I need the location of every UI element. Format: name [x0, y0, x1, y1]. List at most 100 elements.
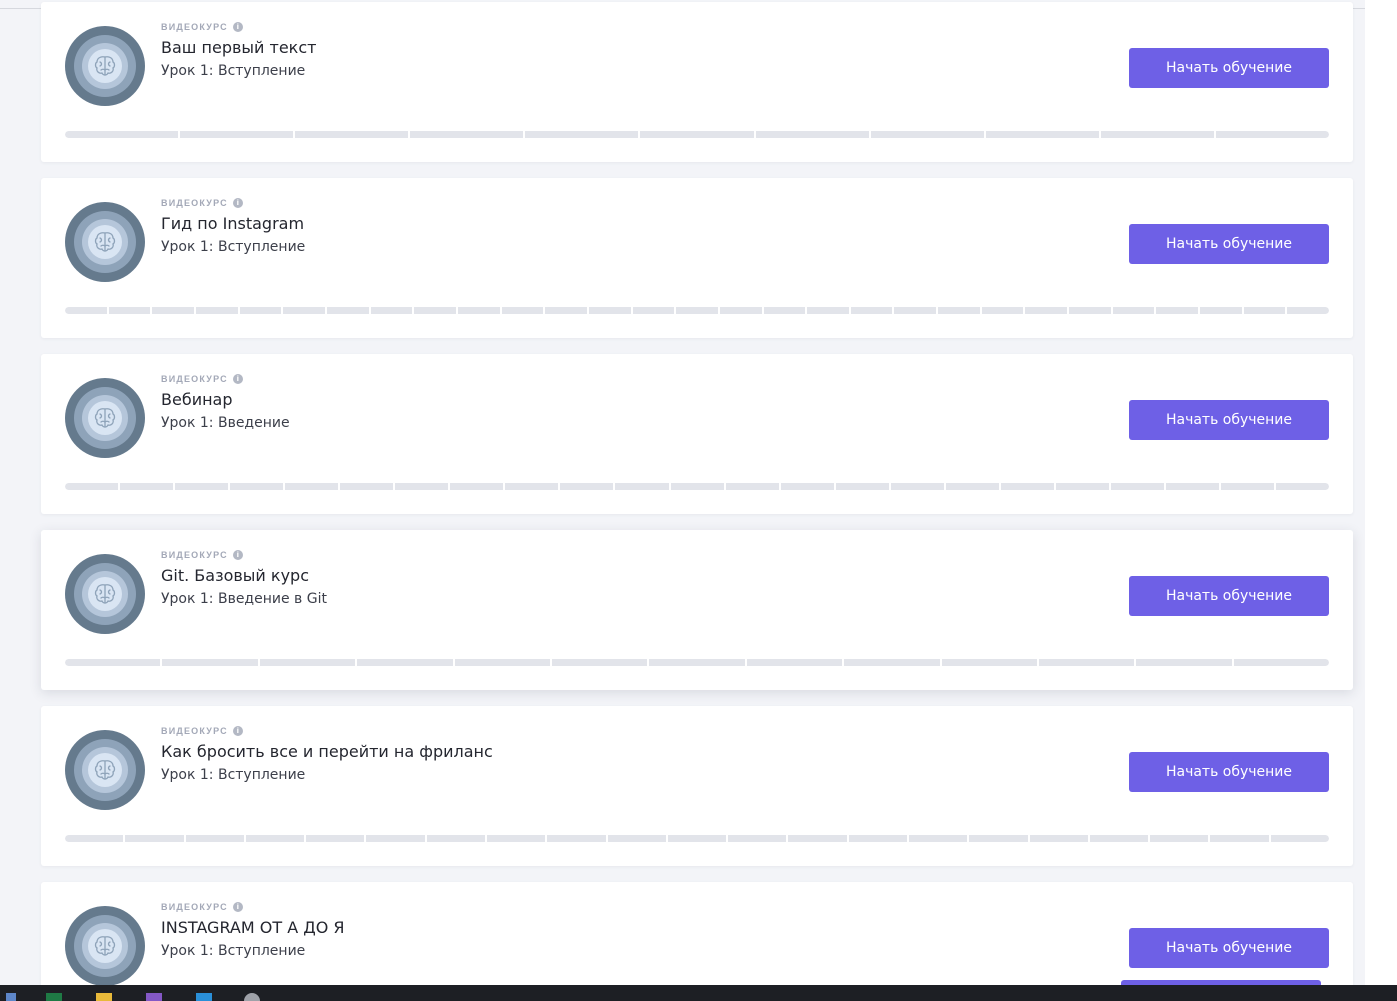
- lesson-progress-segment: [941, 659, 1037, 666]
- lesson-progress-segment: [1210, 835, 1269, 842]
- lesson-progress-segment: [780, 483, 834, 490]
- lesson-progress-segment: [1215, 131, 1329, 138]
- info-icon[interactable]: i: [232, 374, 243, 384]
- course-title[interactable]: Гид по Instagram: [161, 214, 304, 233]
- lesson-progress-segment: [560, 483, 614, 490]
- lesson-progress-segment: [981, 307, 1024, 314]
- lesson-progress-segment: [501, 307, 544, 314]
- lesson-progress-segment: [259, 659, 356, 666]
- lesson-progress-segment: [870, 131, 984, 138]
- info-icon[interactable]: i: [232, 902, 243, 912]
- lesson-progress-segment: [152, 307, 194, 314]
- lesson-progress-segment: [450, 483, 504, 490]
- course-title[interactable]: Вебинар: [161, 390, 233, 409]
- lesson-progress-bar: [65, 835, 1329, 842]
- course-type-label: ВИДЕОКУРС: [161, 22, 228, 32]
- info-icon[interactable]: i: [232, 22, 243, 32]
- course-list: ВИДЕОКУРС i Ваш первый текст Урок 1: Всту…: [0, 0, 1365, 985]
- course-title[interactable]: Ваш первый текст: [161, 38, 316, 57]
- lesson-progress-segment: [1233, 659, 1329, 666]
- course-card: ВИДЕОКУРС i Ваш первый текст Урок 1: Всту…: [41, 2, 1353, 162]
- file-explorer-icon[interactable]: [96, 993, 112, 1001]
- lesson-progress-segment: [670, 483, 724, 490]
- brain-icon: [65, 554, 145, 634]
- course-type: ВИДЕОКУРС i: [161, 549, 243, 561]
- lesson-progress-segment: [894, 307, 937, 314]
- lesson-progress-segment: [640, 131, 754, 138]
- lesson-progress-segment: [1025, 307, 1068, 314]
- visual-studio-icon[interactable]: [146, 993, 162, 1001]
- info-icon[interactable]: i: [232, 726, 243, 736]
- lesson-progress-segment: [370, 307, 413, 314]
- info-icon[interactable]: i: [232, 550, 243, 560]
- app-icon[interactable]: [244, 993, 260, 1001]
- lesson-progress-segment: [908, 835, 968, 842]
- brain-icon: [65, 26, 145, 106]
- lesson-progress-segment: [719, 307, 762, 314]
- info-icon[interactable]: i: [232, 198, 243, 208]
- lesson-progress-segment: [1287, 307, 1329, 314]
- lesson-progress-segment: [108, 307, 151, 314]
- lesson-progress-segment: [1069, 307, 1111, 314]
- lesson-progress-segment: [65, 131, 179, 138]
- lesson-progress-segment: [65, 835, 124, 842]
- lesson-progress-segment: [615, 483, 669, 490]
- course-type-label: ВИДЕОКУРС: [161, 726, 228, 736]
- lesson-progress-segment: [414, 307, 456, 314]
- start-learning-button[interactable]: Начать обучение: [1129, 752, 1329, 792]
- lesson-progress-segment: [239, 307, 282, 314]
- lesson-progress-segment: [65, 659, 161, 666]
- course-type: ВИДЕОКУРС i: [161, 725, 243, 737]
- lesson-progress-segment: [283, 307, 325, 314]
- page-scroll-gutter: [1365, 0, 1397, 985]
- course-type: ВИДЕОКУРС i: [161, 901, 243, 913]
- course-title[interactable]: Git. Базовый курс: [161, 566, 309, 585]
- start-learning-button[interactable]: Начать обучение: [1129, 400, 1329, 440]
- start-learning-button[interactable]: Начать обучение: [1129, 576, 1329, 616]
- course-card: ВИДЕОКУРС i Гид по Instagram Урок 1: Всту…: [41, 178, 1353, 338]
- lesson-progress-bar: [65, 307, 1329, 314]
- start-learning-button[interactable]: Начать обучение: [1129, 928, 1329, 968]
- start-menu-icon[interactable]: [6, 993, 16, 1001]
- vscode-icon[interactable]: [196, 993, 212, 1001]
- course-title[interactable]: Как бросить все и перейти на фриланс: [161, 742, 493, 761]
- lesson-progress-segment: [835, 483, 889, 490]
- lesson-progress-segment: [1220, 483, 1275, 490]
- lesson-progress-segment: [1156, 307, 1199, 314]
- lesson-progress-segment: [1100, 131, 1214, 138]
- current-lesson: Урок 1: Вступление: [161, 767, 306, 783]
- current-lesson: Урок 1: Вступление: [161, 239, 306, 255]
- lesson-progress-segment: [195, 307, 238, 314]
- start-learning-button[interactable]: Начать обучение: [1129, 48, 1329, 88]
- lesson-progress-segment: [850, 307, 893, 314]
- lesson-progress-segment: [844, 659, 940, 666]
- lesson-progress-segment: [366, 835, 425, 842]
- course-card: ВИДЕОКУРС i INSTAGRAM ОТ А ДО Я Урок 1: В…: [41, 882, 1353, 985]
- brain-icon: [65, 906, 145, 985]
- lesson-progress-segment: [1038, 659, 1135, 666]
- lesson-progress-segment: [649, 659, 745, 666]
- lesson-progress-segment: [230, 483, 284, 490]
- lesson-progress-segment: [306, 835, 365, 842]
- lesson-progress-segment: [1112, 307, 1155, 314]
- course-title[interactable]: INSTAGRAM ОТ А ДО Я: [161, 918, 345, 937]
- lesson-progress-segment: [667, 835, 727, 842]
- lesson-progress-segment: [295, 131, 409, 138]
- lesson-progress-segment: [162, 659, 258, 666]
- lesson-progress-segment: [395, 483, 449, 490]
- lesson-progress-segment: [763, 307, 806, 314]
- start-learning-button[interactable]: Начать обучение: [1129, 224, 1329, 264]
- lesson-progress-segment: [938, 307, 980, 314]
- lesson-progress-segment: [357, 659, 453, 666]
- lesson-progress-segment: [245, 835, 305, 842]
- brain-icon: [65, 730, 145, 810]
- excel-icon[interactable]: [46, 993, 62, 1001]
- lesson-progress-segment: [1200, 307, 1242, 314]
- lesson-progress-segment: [848, 835, 907, 842]
- current-lesson: Урок 1: Введение в Git: [161, 591, 327, 607]
- lesson-progress-segment: [807, 307, 849, 314]
- course-type-label: ВИДЕОКУРС: [161, 374, 228, 384]
- lesson-progress-bar: [65, 659, 1329, 666]
- lesson-progress-segment: [632, 307, 675, 314]
- os-taskbar: [0, 985, 1397, 1001]
